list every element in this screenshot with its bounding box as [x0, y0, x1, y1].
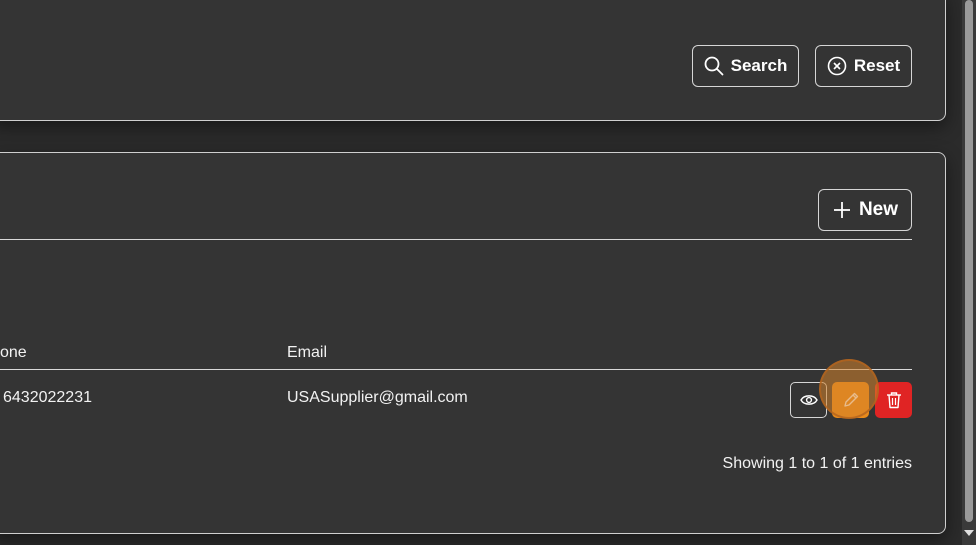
scrollbar-thumb[interactable] [965, 0, 973, 522]
column-header-phone: one [0, 344, 27, 361]
search-button-label: Search [730, 56, 788, 75]
column-header-email: Email [287, 344, 328, 361]
new-button[interactable]: New [818, 189, 912, 231]
new-button-label: New [858, 199, 899, 220]
scroll-down-arrow-icon[interactable] [964, 530, 974, 536]
eye-icon [799, 395, 818, 405]
filter-card [0, 0, 946, 121]
trash-icon [886, 392, 901, 409]
table-header-divider [0, 369, 912, 370]
edit-button[interactable] [832, 382, 869, 418]
search-button[interactable]: Search [692, 45, 799, 87]
delete-button[interactable] [875, 382, 912, 418]
reset-button[interactable]: Reset [815, 45, 912, 87]
header-divider [0, 239, 912, 240]
pagination-info: Showing 1 to 1 of 1 entries [722, 455, 912, 472]
plus-icon [833, 202, 850, 218]
reset-x-circle-icon [827, 56, 847, 76]
pencil-icon [843, 392, 858, 407]
cell-email: USASupplier@gmail.com [287, 389, 468, 406]
cell-phone: 6432022231 [3, 389, 92, 406]
reset-button-label: Reset [853, 56, 901, 75]
search-icon [704, 56, 724, 76]
list-card [0, 152, 946, 534]
view-button[interactable] [790, 382, 827, 418]
